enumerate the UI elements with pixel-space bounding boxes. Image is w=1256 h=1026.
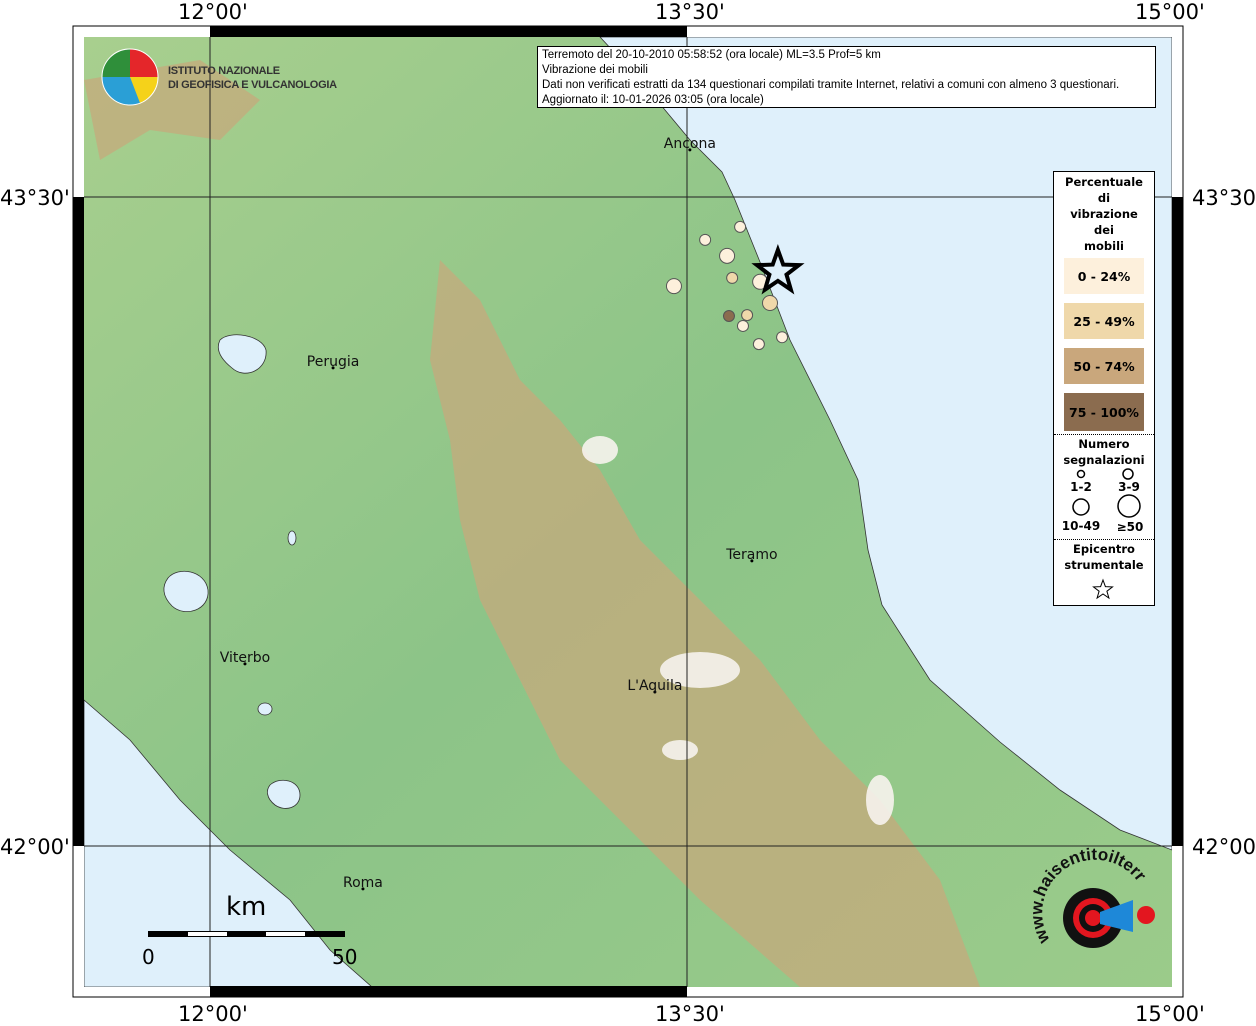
report-point-2 <box>719 247 736 264</box>
city-label: Teramo <box>725 547 777 563</box>
data-note: Dati non verificati estratti da 134 ques… <box>542 79 1120 91</box>
report-point-9 <box>736 319 749 332</box>
lat-tick-right-43-30: 43°30' <box>1192 186 1256 210</box>
legend-class-1: 25 - 49% <box>1064 303 1144 339</box>
map-subject: Vibrazione dei mobili <box>542 64 648 76</box>
size-label: ≥50 <box>1117 520 1144 534</box>
legend-title: Percentuale di vibrazione dei mobili <box>1054 174 1154 254</box>
legend-size-symbols: 1-2 3-9 10-49 ≥50 <box>1062 468 1144 534</box>
city-label: Roma <box>343 875 383 891</box>
scalebar-unit: km <box>226 892 266 922</box>
legend-epicenter-line: Epicentro <box>1073 542 1135 556</box>
city-label: L'Aquila <box>627 678 682 694</box>
lat-tick-left-43-30: 43°30' <box>0 186 70 210</box>
size-label: 10-49 <box>1062 519 1100 533</box>
ingv-logo-line1: ISTITUTO NAZIONALE <box>168 65 280 77</box>
city-label: Perugia <box>307 354 360 370</box>
city-roma: Roma <box>343 875 383 891</box>
ingv-logo-text: ISTITUTO NAZIONALE DI GEOFISICA E VULCAN… <box>168 64 337 92</box>
ingv-logo-icon <box>101 48 159 106</box>
size-symbol-10-49 <box>1072 498 1090 516</box>
report-point-3 <box>726 271 739 284</box>
city-teramo: Teramo <box>725 547 777 563</box>
legend-epicenter-line: strumentale <box>1064 558 1144 572</box>
size-symbol-1-2 <box>1076 469 1086 479</box>
report-point-8 <box>741 309 754 322</box>
city-ancona: Ancona <box>664 136 716 152</box>
city-label: Ancona <box>664 136 716 152</box>
city-laquila: L'Aquila <box>627 678 682 694</box>
ingv-logo-line2: DI GEOFISICA E VULCANOLOGIA <box>168 79 337 91</box>
legend-class-0: 0 - 24% <box>1064 258 1144 294</box>
legend-epicenter-title: Epicentro strumentale <box>1054 541 1154 573</box>
lon-tick-bottom-13-30: 13°30' <box>655 1002 725 1026</box>
scalebar-start: 0 <box>142 945 155 969</box>
size-label: 3-9 <box>1118 480 1140 494</box>
legend-title-line: vibrazione <box>1070 207 1138 221</box>
city-label: Viterbo <box>220 650 270 666</box>
legend-class-3: 75 - 100% <box>1064 393 1144 431</box>
size-label: 1-2 <box>1070 480 1092 494</box>
update-time: Aggiornato il: 10-01-2026 03:05 (ora loc… <box>542 94 764 106</box>
lat-tick-left-42: 42°00' <box>0 835 70 859</box>
report-point-1 <box>699 233 712 246</box>
event-info-box: Terremoto del 20-10-2010 05:58:52 (ora l… <box>537 46 1156 108</box>
lon-tick-top-13-30: 13°30' <box>655 0 725 24</box>
lon-tick-bottom-12: 12°00' <box>178 1002 248 1026</box>
report-point-6 <box>761 295 778 312</box>
legend-title-line: dei <box>1094 223 1114 237</box>
legend-size-title-line: segnalazioni <box>1063 453 1145 467</box>
legend-size-title: Numero segnalazioni <box>1054 436 1154 468</box>
lon-tick-top-15: 15°00' <box>1135 0 1205 24</box>
legend-title-line: mobili <box>1084 239 1124 253</box>
scalebar-end: 50 <box>332 945 357 969</box>
size-symbol-3-9 <box>1122 468 1134 480</box>
city-perugia: Perugia <box>307 354 360 370</box>
report-point-0 <box>734 220 747 233</box>
legend-title-line: Percentuale <box>1065 175 1143 189</box>
lon-tick-top-12: 12°00' <box>178 0 248 24</box>
legend-size-title-line: Numero <box>1078 437 1130 451</box>
lat-tick-right-42: 42°00' <box>1192 835 1256 859</box>
size-symbol-50 <box>1117 494 1141 518</box>
legend: Percentuale di vibrazione dei mobili 0 -… <box>1053 171 1155 606</box>
report-point-11 <box>752 338 765 351</box>
report-point-10 <box>776 331 789 344</box>
report-point-7 <box>722 309 735 322</box>
lon-tick-bottom-15: 15°00' <box>1135 1002 1205 1026</box>
city-viterbo: Viterbo <box>220 650 270 666</box>
legend-title-line: di <box>1097 191 1111 205</box>
legend-class-2: 50 - 74% <box>1064 348 1144 384</box>
report-point-4 <box>665 278 682 295</box>
event-title: Terremoto del 20-10-2010 05:58:52 (ora l… <box>542 49 881 61</box>
legend-star-icon <box>1092 578 1114 600</box>
